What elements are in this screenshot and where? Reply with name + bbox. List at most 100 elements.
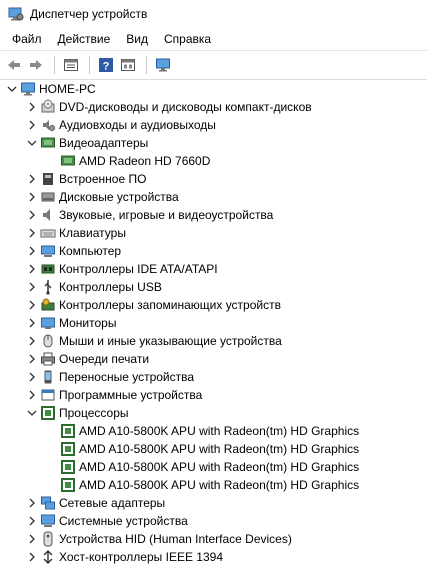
tree-node-network[interactable]: Сетевые адаптеры	[0, 494, 427, 512]
help-icon[interactable]: ?	[96, 55, 116, 75]
chevron-right-icon[interactable]	[26, 224, 38, 242]
menu-file[interactable]: Файл	[4, 30, 50, 48]
toolbar-separator	[54, 56, 55, 74]
tree-node-print-queues[interactable]: Очереди печати	[0, 350, 427, 368]
tree-node-firmware[interactable]: Встроенное ПО	[0, 170, 427, 188]
tree-node-storage-controllers[interactable]: Контроллеры запоминающих устройств	[0, 296, 427, 314]
menu-help[interactable]: Справка	[156, 30, 219, 48]
svg-text:?: ?	[103, 61, 110, 73]
tree-leaf-cpu[interactable]: AMD A10-5800K APU with Radeon(tm) HD Gra…	[0, 476, 427, 494]
chevron-down-icon[interactable]	[6, 80, 18, 98]
computer-icon	[20, 81, 36, 97]
device-manager-app-icon	[8, 6, 24, 22]
view-icon[interactable]	[118, 55, 138, 75]
tree-node-mice[interactable]: Мыши и иные указывающие устройства	[0, 332, 427, 350]
tree-node-label: Мыши и иные указывающие устройства	[59, 334, 282, 348]
chevron-right-icon[interactable]	[26, 332, 38, 350]
tree-node-keyboards[interactable]: Клавиатуры	[0, 224, 427, 242]
back-icon[interactable]	[4, 55, 24, 75]
tree-node-label: DVD-дисководы и дисководы компакт-дисков	[59, 100, 312, 114]
monitor-icon	[40, 315, 56, 331]
chevron-right-icon[interactable]	[26, 188, 38, 206]
tree-node-label: Процессоры	[59, 406, 129, 420]
chevron-right-icon[interactable]	[26, 242, 38, 260]
tree-node-disk-drives[interactable]: Дисковые устройства	[0, 188, 427, 206]
audio-io-icon	[40, 117, 56, 133]
tree-node-label: Контроллеры USB	[59, 280, 162, 294]
tree-node-computer[interactable]: Компьютер	[0, 242, 427, 260]
tree-leaf-label: AMD A10-5800K APU with Radeon(tm) HD Gra…	[79, 442, 360, 456]
tree-node-monitors[interactable]: Мониторы	[0, 314, 427, 332]
chevron-right-icon[interactable]	[26, 170, 38, 188]
chevron-right-icon[interactable]	[26, 296, 38, 314]
toolbar-separator	[89, 56, 90, 74]
tree-leaf-cpu[interactable]: AMD A10-5800K APU with Radeon(tm) HD Gra…	[0, 422, 427, 440]
chevron-right-icon[interactable]	[26, 314, 38, 332]
computer-icon	[40, 243, 56, 259]
tree-leaf-cpu[interactable]: AMD A10-5800K APU with Radeon(tm) HD Gra…	[0, 440, 427, 458]
tree-node-label: Очереди печати	[59, 352, 150, 366]
tree-node-label: Мониторы	[59, 316, 117, 330]
storage-controller-icon	[40, 297, 56, 313]
menu-action[interactable]: Действие	[50, 30, 119, 48]
processor-icon	[40, 405, 56, 421]
tree-node-label: Переносные устройства	[59, 370, 195, 384]
tree-node-processors[interactable]: Процессоры	[0, 404, 427, 422]
chevron-right-icon[interactable]	[26, 350, 38, 368]
keyboard-icon	[40, 225, 56, 241]
chevron-down-icon[interactable]	[26, 134, 38, 152]
forward-icon[interactable]	[26, 55, 46, 75]
chevron-right-icon[interactable]	[26, 530, 38, 548]
tree-leaf-label: AMD A10-5800K APU with Radeon(tm) HD Gra…	[79, 460, 360, 474]
tree-node-display-adapters[interactable]: Видеоадаптеры	[0, 134, 427, 152]
tree-root[interactable]: HOME-PC	[0, 80, 427, 98]
tree-node-hid[interactable]: Устройства HID (Human Interface Devices)	[0, 530, 427, 548]
tree-node-label: Клавиатуры	[59, 226, 126, 240]
printer-icon	[40, 351, 56, 367]
display-adapter-icon	[40, 135, 56, 151]
tree-leaf-cpu[interactable]: AMD A10-5800K APU with Radeon(tm) HD Gra…	[0, 458, 427, 476]
chevron-right-icon[interactable]	[26, 278, 38, 296]
chevron-right-icon[interactable]	[26, 494, 38, 512]
software-device-icon	[40, 387, 56, 403]
tree-node-ieee1394[interactable]: Хост-контроллеры IEEE 1394	[0, 548, 427, 566]
tree-node-sound[interactable]: Звуковые, игровые и видеоустройства	[0, 206, 427, 224]
tree-node-portable[interactable]: Переносные устройства	[0, 368, 427, 386]
chevron-right-icon[interactable]	[26, 260, 38, 278]
tree-node-label: Дисковые устройства	[59, 190, 179, 204]
tree-leaf-gpu[interactable]: AMD Radeon HD 7660D	[0, 152, 427, 170]
processor-icon	[60, 459, 76, 475]
tree-node-label: Видеоадаптеры	[59, 136, 149, 150]
chevron-right-icon[interactable]	[26, 386, 38, 404]
sound-icon	[40, 207, 56, 223]
tree-root-label: HOME-PC	[39, 82, 96, 96]
processor-icon	[60, 441, 76, 457]
tree-node-label: Хост-контроллеры IEEE 1394	[59, 550, 223, 564]
usb-icon	[40, 279, 56, 295]
monitor-scan-icon[interactable]	[153, 55, 173, 75]
processor-icon	[60, 477, 76, 493]
tree-node-label: Контроллеры запоминающих устройств	[59, 298, 281, 312]
tree-node-label: Системные устройства	[59, 514, 188, 528]
tree-node-label: Звуковые, игровые и видеоустройства	[59, 208, 274, 222]
chevron-down-icon[interactable]	[26, 404, 38, 422]
tree-node-label: Контроллеры IDE ATA/ATAPI	[59, 262, 218, 276]
chevron-right-icon[interactable]	[26, 368, 38, 386]
chevron-right-icon[interactable]	[26, 512, 38, 530]
chevron-right-icon[interactable]	[26, 206, 38, 224]
system-device-icon	[40, 513, 56, 529]
chevron-right-icon[interactable]	[26, 548, 38, 566]
chevron-right-icon[interactable]	[26, 116, 38, 134]
tree-node-usb[interactable]: Контроллеры USB	[0, 278, 427, 296]
tree-node-ide[interactable]: Контроллеры IDE ATA/ATAPI	[0, 260, 427, 278]
properties-icon[interactable]	[61, 55, 81, 75]
tree-node-audio-io[interactable]: Аудиовходы и аудиовыходы	[0, 116, 427, 134]
tree-node-dvd[interactable]: DVD-дисководы и дисководы компакт-дисков	[0, 98, 427, 116]
tree-node-system-devices[interactable]: Системные устройства	[0, 512, 427, 530]
tree-leaf-label: AMD A10-5800K APU with Radeon(tm) HD Gra…	[79, 424, 360, 438]
device-tree: HOME-PC DVD-дисководы и дисководы компак…	[0, 80, 427, 580]
chevron-right-icon[interactable]	[26, 98, 38, 116]
firmware-icon	[40, 171, 56, 187]
tree-node-software-devices[interactable]: Программные устройства	[0, 386, 427, 404]
menu-view[interactable]: Вид	[118, 30, 156, 48]
